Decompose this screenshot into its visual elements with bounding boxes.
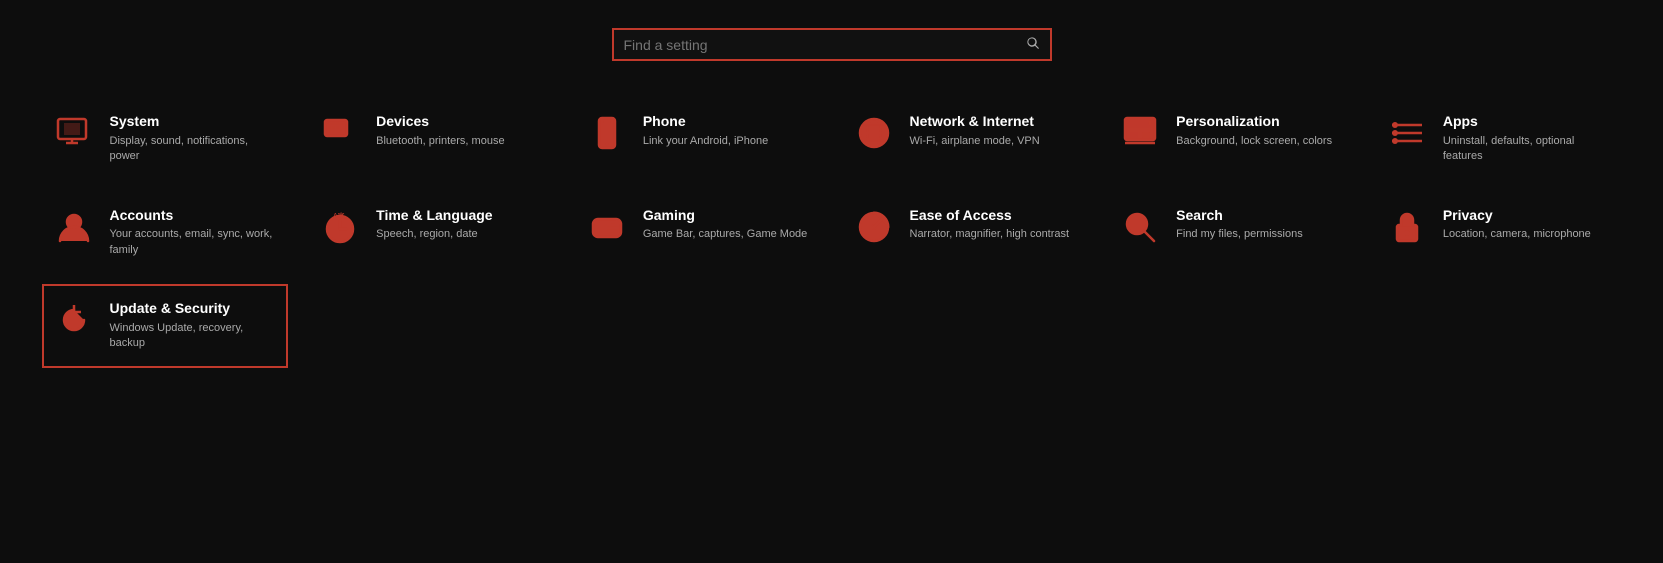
setting-subtitle-system: Display, sound, notifications, power xyxy=(110,134,277,165)
update-icon xyxy=(54,302,94,338)
personalization-icon xyxy=(1120,115,1160,151)
time-icon: A字 xyxy=(320,209,360,245)
setting-subtitle-phone: Link your Android, iPhone xyxy=(643,134,768,149)
setting-subtitle-devices: Bluetooth, printers, mouse xyxy=(376,134,504,149)
search-icon xyxy=(1026,36,1040,53)
setting-title-gaming: Gaming xyxy=(643,207,807,224)
search-bar xyxy=(612,28,1052,61)
setting-text-accounts: Accounts Your accounts, email, sync, work… xyxy=(110,207,277,259)
setting-subtitle-privacy: Location, camera, microphone xyxy=(1443,227,1591,242)
setting-text-search: Search Find my files, permissions xyxy=(1176,207,1303,243)
setting-subtitle-apps: Uninstall, defaults, optional features xyxy=(1443,134,1610,165)
setting-subtitle-accounts: Your accounts, email, sync, work, family xyxy=(110,227,277,258)
setting-title-privacy: Privacy xyxy=(1443,207,1591,224)
setting-title-time: Time & Language xyxy=(376,207,492,224)
setting-item-time[interactable]: A字 Time & Language Speech, region, date xyxy=(308,191,555,275)
setting-text-gaming: Gaming Game Bar, captures, Game Mode xyxy=(643,207,807,243)
setting-text-time: Time & Language Speech, region, date xyxy=(376,207,492,243)
setting-text-update: Update & Security Windows Update, recover… xyxy=(110,300,277,352)
setting-item-ease[interactable]: Ease of Access Narrator, magnifier, high … xyxy=(842,191,1089,275)
setting-text-network: Network & Internet Wi-Fi, airplane mode, … xyxy=(910,113,1040,149)
setting-title-ease: Ease of Access xyxy=(910,207,1070,224)
setting-item-apps[interactable]: Apps Uninstall, defaults, optional featur… xyxy=(1375,97,1622,181)
network-icon xyxy=(854,115,894,151)
setting-title-apps: Apps xyxy=(1443,113,1610,130)
setting-title-update: Update & Security xyxy=(110,300,277,317)
setting-subtitle-search: Find my files, permissions xyxy=(1176,227,1303,242)
ease-icon xyxy=(854,209,894,245)
setting-item-phone[interactable]: Phone Link your Android, iPhone xyxy=(575,97,822,181)
privacy-icon xyxy=(1387,209,1427,245)
setting-subtitle-update: Windows Update, recovery, backup xyxy=(110,321,277,352)
setting-title-phone: Phone xyxy=(643,113,768,130)
setting-item-accounts[interactable]: Accounts Your accounts, email, sync, work… xyxy=(42,191,289,275)
setting-item-privacy[interactable]: Privacy Location, camera, microphone xyxy=(1375,191,1622,275)
setting-text-system: System Display, sound, notifications, pow… xyxy=(110,113,277,165)
setting-title-accounts: Accounts xyxy=(110,207,277,224)
setting-title-personalization: Personalization xyxy=(1176,113,1332,130)
setting-subtitle-gaming: Game Bar, captures, Game Mode xyxy=(643,227,807,242)
setting-text-personalization: Personalization Background, lock screen, … xyxy=(1176,113,1332,149)
setting-text-phone: Phone Link your Android, iPhone xyxy=(643,113,768,149)
setting-text-devices: Devices Bluetooth, printers, mouse xyxy=(376,113,504,149)
setting-text-apps: Apps Uninstall, defaults, optional featur… xyxy=(1443,113,1610,165)
setting-text-ease: Ease of Access Narrator, magnifier, high … xyxy=(910,207,1070,243)
setting-text-privacy: Privacy Location, camera, microphone xyxy=(1443,207,1591,243)
setting-subtitle-personalization: Background, lock screen, colors xyxy=(1176,134,1332,149)
setting-item-gaming[interactable]: Gaming Game Bar, captures, Game Mode xyxy=(575,191,822,275)
setting-subtitle-time: Speech, region, date xyxy=(376,227,492,242)
devices-icon xyxy=(320,115,360,151)
apps-icon xyxy=(1387,115,1427,151)
setting-subtitle-network: Wi-Fi, airplane mode, VPN xyxy=(910,134,1040,149)
setting-title-search: Search xyxy=(1176,207,1303,224)
setting-item-devices[interactable]: Devices Bluetooth, printers, mouse xyxy=(308,97,555,181)
accounts-icon xyxy=(54,209,94,245)
setting-item-update[interactable]: Update & Security Windows Update, recover… xyxy=(42,284,289,368)
system-icon xyxy=(54,115,94,151)
setting-title-network: Network & Internet xyxy=(910,113,1040,130)
phone-icon xyxy=(587,115,627,151)
setting-item-personalization[interactable]: Personalization Background, lock screen, … xyxy=(1108,97,1355,181)
setting-item-search[interactable]: Search Find my files, permissions xyxy=(1108,191,1355,275)
search-bar-wrapper xyxy=(612,28,1052,61)
settings-grid: System Display, sound, notifications, pow… xyxy=(42,97,1622,368)
setting-title-devices: Devices xyxy=(376,113,504,130)
search-input[interactable] xyxy=(624,37,1026,53)
setting-item-network[interactable]: Network & Internet Wi-Fi, airplane mode, … xyxy=(842,97,1089,181)
search-icon xyxy=(1120,209,1160,245)
gaming-icon xyxy=(587,209,627,245)
page-container: System Display, sound, notifications, pow… xyxy=(0,0,1663,398)
svg-text:A字: A字 xyxy=(333,211,345,220)
setting-subtitle-ease: Narrator, magnifier, high contrast xyxy=(910,227,1070,242)
setting-title-system: System xyxy=(110,113,277,130)
setting-item-system[interactable]: System Display, sound, notifications, pow… xyxy=(42,97,289,181)
